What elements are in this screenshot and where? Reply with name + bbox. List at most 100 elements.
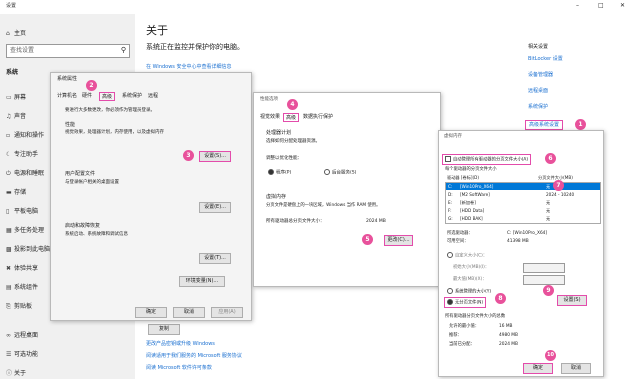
step-badge-2: 2 [86,80,97,91]
maximize-icon[interactable]: □ [598,2,604,9]
min-label: 允许的最小值： [449,324,480,329]
sidebar-item-optional[interactable]: ☰ 可选功能 [6,349,38,358]
performance-settings-button[interactable]: 设置(S)... [199,151,231,162]
vmem-ok-button[interactable]: 确定 [523,363,553,374]
drive-row-selected[interactable]: C: [Win10Pro_X64] 无 [446,183,600,190]
home-icon: ⌂ [6,30,10,37]
drive-row[interactable]: F: [HDD Data] 无 [446,207,600,214]
per-drive-label: 每个驱动器的分页文件大小 [445,167,497,172]
services-link[interactable]: 阅读适用于我们服务的 Microsoft 服务协议 [146,353,242,359]
sidebar-item-clipboard[interactable]: ⎘ 剪贴板 [6,301,32,311]
vmem-cancel-button[interactable]: 取消 [561,363,591,374]
step-badge-7: 7 [553,180,564,191]
tab-dep[interactable]: 数据执行保护 [303,113,333,120]
col-drive-header: 驱动器 [卷标](D) [447,175,480,180]
search-input[interactable]: 查找设置 ⚲ [6,44,130,58]
drive-row[interactable]: E: [新加卷] 无 [446,199,600,206]
tab-system-protection[interactable]: 系统保护 [122,92,142,99]
sidebar-item-sound[interactable]: ♫ 声音 [6,111,26,120]
security-link[interactable]: 在 Windows 安全中心中查看详细信息 [146,64,232,70]
admin-note: 要进行大多数更改，你必须作为管理员登录。 [65,108,155,113]
set-button[interactable]: 设置(S) [557,295,587,306]
checkbox-icon [445,156,451,162]
system-managed-radio[interactable]: 系统管理的大小(Y) [447,288,491,295]
profile-desc: 与登录帐户相关的桌面设置 [65,180,119,185]
perf-desc: 视觉效果，处理器计划，内存使用，以及虚拟内存 [65,130,164,135]
remote-desktop-link[interactable]: 远程桌面 [528,88,548,94]
tab-perf-advanced[interactable]: 高级 [283,113,300,122]
background-radio[interactable]: 后台服务(S) [324,169,356,176]
custom-size-radio[interactable]: 自定义大小(C)： [447,252,487,259]
initial-size-label: 初始大小(MB)(I)： [453,265,490,270]
cur-label: 当前已分配： [449,342,475,347]
auto-manage-checkbox[interactable]: 自动管理所有驱动器的分页文件大小(A) [442,154,532,165]
rec-value: 4980 MB [499,333,518,338]
moon-icon: ☾ [6,151,12,158]
device-manager-link[interactable]: 设备管理器 [528,72,553,78]
page-subtitle: 系统正在监控并保护你的电脑。 [146,43,244,51]
projector-icon: ▩ [6,246,12,253]
profile-title: 用户配置文件 [65,171,96,177]
change-button[interactable]: 更改(C)... [384,235,413,246]
sched-title: 处理器计划 [266,130,292,136]
storage-icon: ▬ [6,189,12,196]
sidebar-item-notifications[interactable]: ▫ 通知和操作 [6,130,44,139]
step-badge-9: 9 [543,285,554,296]
speaker-icon: ♫ [6,113,12,120]
sidebar-item-storage[interactable]: ▬ 存储 [6,187,26,196]
profile-settings-button[interactable]: 设置(E)... [199,202,231,213]
initial-size-input[interactable] [523,263,565,273]
startup-settings-button[interactable]: 设置(T)... [199,253,231,264]
step-badge-10: 10 [545,350,556,361]
update-link[interactable]: 更改产品密钥或升级 Windows [146,341,215,347]
window-title: 设置 [6,3,17,9]
sidebar-section-system: 系统 [6,69,19,76]
vmem-title: 虚拟内存 [444,134,462,139]
radio-icon [447,252,453,258]
total-value: 2024 MB [366,219,386,224]
radio-icon [324,169,330,175]
sidebar-item-tablet[interactable]: ▯ 平板电脑 [6,206,38,215]
notification-icon: ▫ [6,132,11,139]
sidebar-item-shared[interactable]: ✖ 体验共享 [6,263,38,272]
drive-list[interactable]: C: [Win10Pro_X64] 无 D: [M2 SoftWare] 202… [445,182,601,224]
sidebar-item-multitasking[interactable]: ▦ 多任务处理 [6,225,44,234]
drive-row[interactable]: D: [M2 SoftWare] 2024 - 10240 [446,191,600,198]
no-paging-radio[interactable]: 无分页文件(N) [444,297,487,308]
sidebar-item-focus[interactable]: ☾ 专注助手 [6,149,38,158]
sysprops-ok-button[interactable]: 确定 [135,307,167,318]
drive-row[interactable]: G: [HDD BAK] 无 [446,215,600,222]
bitlocker-link[interactable]: BitLocker 设置 [528,56,563,62]
copy-button[interactable]: 复制 [148,324,180,335]
max-size-input[interactable] [523,275,565,285]
selected-drive-label: 所选驱动器： [447,231,473,236]
sidebar-home[interactable]: ⌂ 主页 [6,28,26,37]
environment-variables-button[interactable]: 环境变量(N)... [179,276,225,287]
programs-radio[interactable]: 程序(P) [268,169,291,176]
rec-label: 推荐： [449,333,462,338]
sidebar-item-display[interactable]: ▭ 屏幕 [6,92,26,101]
related-title: 相关设置 [528,44,549,50]
tab-computer-name[interactable]: 计算机名 [57,92,77,99]
sched-desc: 选择如何分配处理器资源。 [266,139,320,144]
license-link[interactable]: 阅读 Microsoft 软件许可条款 [146,365,212,371]
sidebar-item-components[interactable]: ▤ 系统组件 [6,282,38,291]
tab-hardware[interactable]: 硬件 [82,92,92,99]
sidebar-item-about[interactable]: ⓘ 关于 [6,368,26,377]
sysprops-apply-button[interactable]: 应用(A) [211,307,243,318]
minimize-icon[interactable]: – [576,2,579,9]
close-icon[interactable]: ✕ [620,2,625,9]
system-protection-link[interactable]: 系统保护 [528,104,548,110]
info-icon: ⓘ [6,370,13,377]
share-icon: ✖ [6,265,12,272]
sidebar-item-power[interactable]: ⏻ 电源和睡眠 [6,168,44,178]
sysprops-title: 系统属性 [57,76,78,82]
tab-visual-effects[interactable]: 视觉效果 [260,113,280,120]
tab-remote[interactable]: 远程 [148,92,158,99]
max-size-label: 最大值(MB)(X)： [453,277,487,282]
advanced-system-settings-link[interactable]: 高级系统设置 [525,120,564,130]
sidebar-item-projecting[interactable]: ▩ 投影到此电脑 [6,244,50,253]
tab-advanced[interactable]: 高级 [99,92,116,101]
sysprops-cancel-button[interactable]: 取消 [173,307,205,318]
sidebar-item-remote[interactable]: ∞ 远程桌面 [6,330,38,339]
